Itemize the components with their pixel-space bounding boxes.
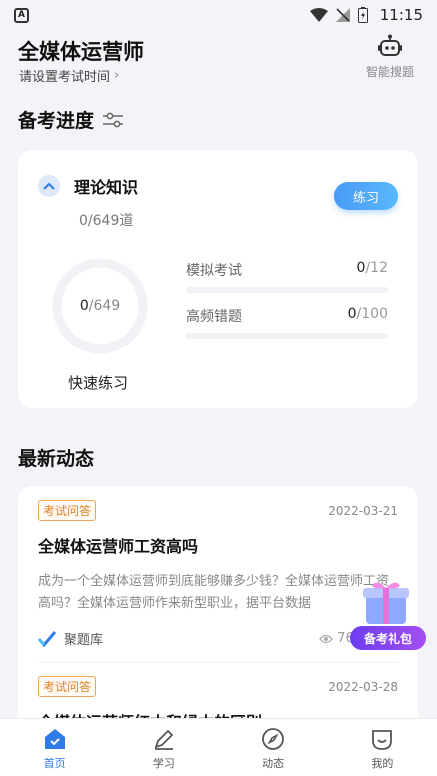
news-item[interactable]: 考试问答 2022-03-21 全媒体运营师工资高吗 成为一个全媒体运营师到底能…: [38, 500, 398, 648]
tab-home[interactable]: 首页: [0, 719, 109, 776]
mock-exam-total: /12: [365, 260, 388, 276]
compass-icon: [262, 728, 285, 750]
progress-ring[interactable]: 0/649: [50, 256, 150, 356]
ring-done: 0: [79, 298, 89, 314]
tab-study-label: 学习: [152, 757, 175, 770]
status-time: 11:15: [379, 6, 423, 24]
tab-news[interactable]: 动态: [219, 719, 328, 776]
profile-face-icon: [372, 730, 393, 750]
news-title: 全媒体运营师工资高吗: [38, 537, 199, 556]
frequent-errors-progress-bar: [186, 333, 388, 339]
subject-title: 理论知识: [74, 178, 139, 197]
news-date: 2022-03-28: [328, 680, 398, 694]
mock-exam-label: 模拟考试: [186, 263, 242, 279]
eye-icon: [319, 634, 334, 643]
chevron-up-icon[interactable]: [38, 175, 60, 197]
notification-a-icon: A: [14, 7, 29, 23]
no-signal-icon: [335, 8, 350, 22]
set-exam-time-link[interactable]: 请设置考试时间 ›: [19, 66, 119, 85]
subject-header[interactable]: 理论知识: [38, 174, 138, 198]
frequent-errors-done: 0: [347, 306, 357, 322]
home-icon: [44, 729, 65, 749]
header: 全媒体运营师 请设置考试时间 › 智能搜题: [18, 34, 418, 94]
source-logo-icon: [38, 630, 56, 647]
news-footer: 聚题库 766: [38, 629, 398, 648]
exam-gift-pack-button[interactable]: 备考礼包: [350, 580, 426, 652]
bottom-tab-bar: 首页 学习 动态 我的: [0, 718, 437, 776]
frequent-errors-total: /100: [356, 306, 388, 322]
progress-card: 理论知识 0/649道 练习 0/649 快速练习 模拟考试 0/12 高频错题…: [18, 150, 418, 408]
news-date: 2022-03-21: [328, 504, 398, 518]
status-bar: A 11:15: [0, 0, 437, 30]
news-divider: [38, 662, 398, 663]
tab-news-label: 动态: [262, 757, 285, 770]
news-description: 成为一个全媒体运营师到底能够赚多少钱？全媒体运营师工资高吗？全媒体运营师作来新型…: [38, 574, 390, 611]
mock-exam-progress-bar: [186, 287, 388, 293]
frequent-errors-stat[interactable]: 高频错题 0/100: [186, 306, 388, 339]
gift-pack-label: 备考礼包: [350, 626, 426, 650]
smart-search-button[interactable]: 智能搜题: [362, 34, 418, 80]
mock-exam-stat[interactable]: 模拟考试 0/12: [186, 260, 388, 293]
practice-button[interactable]: 练习: [334, 182, 398, 210]
progress-title-text: 备考进度: [18, 110, 95, 132]
set-exam-time-label: 请设置考试时间: [19, 70, 111, 85]
robot-icon: [378, 34, 402, 56]
subject-count: 0/649道: [79, 213, 134, 229]
smart-search-label: 智能搜题: [365, 65, 414, 79]
ring-total: /649: [88, 298, 121, 314]
chevron-right-icon: ›: [114, 68, 120, 83]
exam-title: 全媒体运营师: [18, 40, 144, 64]
tab-home-label: 首页: [43, 757, 66, 770]
news-tag: 考试问答: [38, 676, 97, 697]
quick-practice-button[interactable]: 快速练习: [68, 372, 128, 393]
battery-charging-icon: [357, 7, 368, 23]
frequent-errors-label: 高频错题: [186, 309, 242, 325]
tab-profile[interactable]: 我的: [328, 719, 437, 776]
tab-study[interactable]: 学习: [109, 719, 218, 776]
pencil-icon: [154, 729, 174, 750]
news-section-title: 最新动态: [18, 448, 95, 470]
progress-section-title: 备考进度: [18, 106, 124, 133]
filter-settings-icon[interactable]: [102, 112, 124, 128]
wifi-icon: [309, 8, 328, 22]
ring-label: 0/649: [50, 256, 150, 356]
news-tag: 考试问答: [38, 500, 97, 521]
tab-profile-label: 我的: [371, 757, 394, 770]
news-source: 聚题库: [64, 633, 104, 648]
